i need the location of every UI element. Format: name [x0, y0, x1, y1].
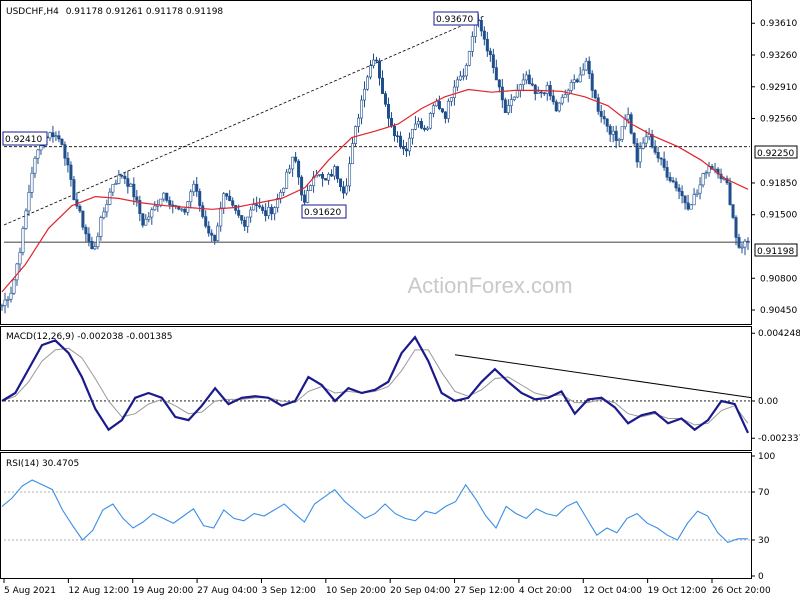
- price-panel-frame: [0, 0, 752, 325]
- macd-header: MACD(12,26,9) -0.002038 -0.001385: [6, 332, 172, 342]
- candle: [366, 75, 370, 91]
- chart-header: USDCHF,H4 0.91178 0.91261 0.91178 0.9119…: [6, 7, 223, 17]
- high-annotation-label: 0.93670: [436, 15, 473, 25]
- price-tick-label: 0.93610: [760, 19, 797, 29]
- price-axis: 0.93610 0.93260 0.92910 0.92560 0.91850 0.915…: [751, 19, 797, 316]
- low-annotation: 0.91620: [301, 204, 347, 219]
- macd-tick-label: 0.00: [758, 397, 778, 407]
- macd-axis: 0.004248 0.00 -0.002337: [751, 329, 800, 444]
- candle: [324, 178, 328, 181]
- time-tick-label: 26 Oct 20:00: [712, 586, 771, 596]
- candle: [24, 208, 28, 230]
- price-tick-label: 0.90800: [760, 274, 797, 284]
- time-tick-label: 20 Sep 04:00: [390, 586, 450, 596]
- rsi-axis: 100 70 30 0: [751, 452, 775, 582]
- candle: [21, 226, 25, 256]
- candle: [309, 184, 313, 191]
- candle: [557, 102, 561, 113]
- time-tick-label: 3 Sep 12:00: [261, 586, 316, 596]
- time-tick-label: 27 Sep 12:00: [455, 586, 515, 596]
- candle: [428, 112, 432, 130]
- rsi-tick-label: 70: [758, 488, 770, 498]
- time-tick-label: 12 Oct 04:00: [583, 586, 642, 596]
- forex-chart: ActionForex.com USDCHF,H4 0.91178 0.9126…: [0, 0, 800, 596]
- symbol-label: USDCHF,H4: [6, 7, 59, 17]
- left-level-annotation: 0.92410: [2, 131, 48, 146]
- candle: [731, 204, 735, 220]
- macd-tick-label: -0.002337: [758, 434, 800, 444]
- candle: [689, 203, 693, 210]
- level-tag-0.92250-label: 0.92250: [757, 149, 794, 159]
- candle: [60, 138, 64, 146]
- current-price-tag: 0.91198: [754, 243, 798, 257]
- price-tick-label: 0.92560: [760, 115, 797, 125]
- time-tick-label: 27 Aug 04:00: [197, 586, 258, 596]
- candle: [285, 169, 289, 190]
- level-tag-0.92250: 0.92250: [754, 145, 798, 159]
- rsi-header: RSI(14) 30.4705: [6, 459, 79, 469]
- macd-tick-label: 0.004248: [758, 329, 800, 339]
- candle: [467, 50, 471, 67]
- candle: [503, 97, 507, 114]
- price-tick-label: 0.90450: [760, 306, 797, 316]
- candle: [72, 175, 76, 201]
- ohlc-values: 0.91178 0.91261 0.91178 0.91198: [66, 7, 224, 17]
- time-tick-label: 5 Aug 2021: [4, 586, 56, 596]
- time-tick-label: 12 Aug 12:00: [68, 586, 129, 596]
- current-price-label: 0.91198: [757, 247, 794, 257]
- rsi-tick-label: 0: [758, 572, 764, 582]
- candle: [81, 210, 85, 231]
- candle: [593, 89, 597, 100]
- price-tick-label: 0.92910: [760, 83, 797, 93]
- time-tick-label: 4 Oct 20:00: [519, 586, 572, 596]
- price-tick-label: 0.91850: [760, 179, 797, 189]
- candle: [383, 91, 387, 107]
- candle: [12, 279, 16, 295]
- left-level-annotation-label: 0.92410: [5, 135, 42, 145]
- time-tick-label: 10 Sep 20:00: [326, 586, 386, 596]
- price-tick-label: 0.91500: [760, 211, 797, 221]
- rsi-tick-label: 100: [758, 452, 775, 462]
- price-tick-label: 0.93260: [760, 51, 797, 61]
- low-annotation-label: 0.91620: [304, 208, 341, 218]
- time-axis: 5 Aug 2021 12 Aug 12:00 19 Aug 20:00 27 Aug…: [3, 579, 771, 596]
- high-annotation: 0.93670: [433, 11, 479, 26]
- watermark-text: ActionForex.com: [407, 273, 572, 298]
- rsi-tick-label: 30: [758, 536, 770, 546]
- time-tick-label: 19 Oct 12:00: [648, 586, 707, 596]
- time-tick-label: 19 Aug 20:00: [133, 586, 194, 596]
